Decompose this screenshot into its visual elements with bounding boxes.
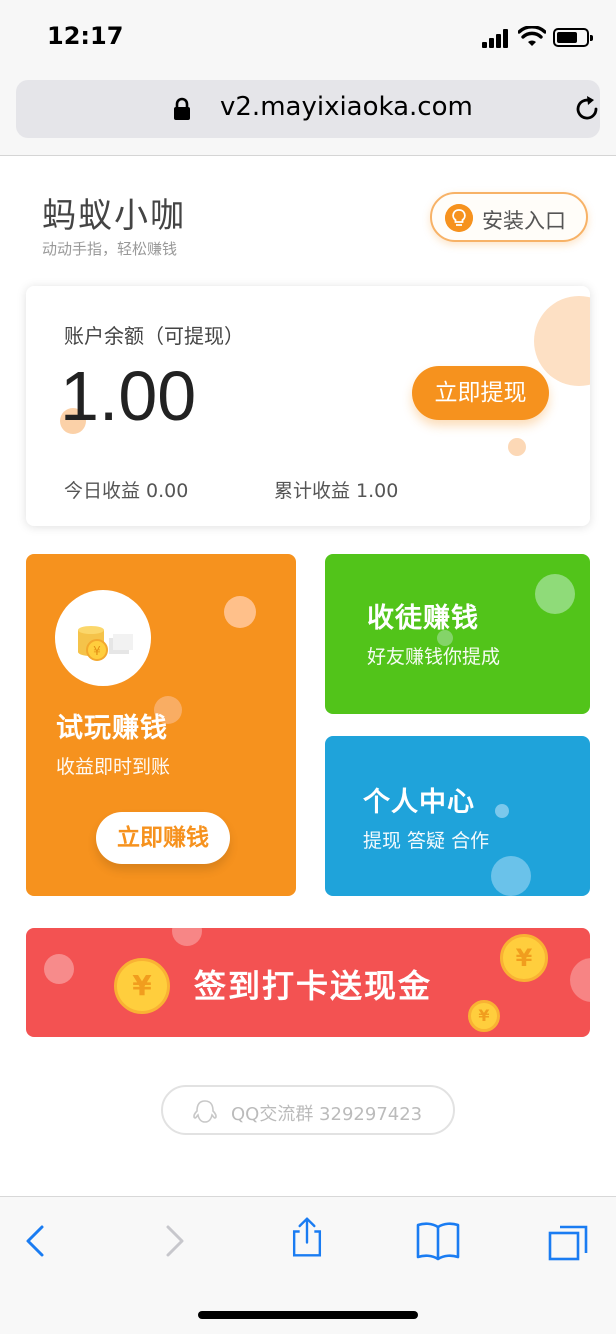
- today-earnings: 今日收益 0.00: [64, 480, 189, 502]
- profile-subtitle: 提现 答疑 合作: [363, 830, 490, 852]
- checkin-banner[interactable]: ¥ ¥ ¥ 签到打卡送现金: [26, 928, 590, 1037]
- checkin-label: 签到打卡送现金: [194, 967, 433, 1005]
- app-logo: 蚂蚁小咖: [42, 196, 186, 236]
- trial-subtitle: 收益即时到账: [56, 756, 171, 778]
- lock-icon: [174, 97, 190, 120]
- decor-dot: [491, 856, 531, 896]
- total-earnings: 累计收益 1.00: [274, 480, 399, 502]
- address-bar[interactable]: v2.mayixiaoka.com: [16, 80, 600, 138]
- profile-center-card[interactable]: 个人中心 提现 答疑 合作: [325, 736, 590, 896]
- tabs-icon[interactable]: [546, 1219, 590, 1263]
- yuan-coin-icon: ¥: [500, 934, 548, 982]
- url-text[interactable]: v2.mayixiaoka.com: [220, 92, 473, 122]
- balance-amount: 1.00: [60, 357, 197, 435]
- svg-text:¥: ¥: [93, 644, 101, 658]
- status-bar: 12:17: [0, 0, 616, 76]
- trial-title: 试玩赚钱: [56, 713, 168, 744]
- install-label: 安装入口: [482, 209, 566, 233]
- wifi-icon: [518, 26, 546, 46]
- decor-dot: [534, 296, 590, 386]
- forward-icon[interactable]: [152, 1219, 196, 1263]
- profile-title: 个人中心: [363, 787, 475, 818]
- signal-icon: [482, 28, 512, 48]
- balance-card: 账户余额（可提现） 1.00 立即提现 今日收益 0.00 累计收益 1.00: [26, 286, 590, 526]
- browser-toolbar: [0, 1196, 616, 1334]
- reload-icon[interactable]: [572, 94, 602, 124]
- decor-dot: [570, 958, 590, 1002]
- decor-dot: [535, 574, 575, 614]
- withdraw-button[interactable]: 立即提现: [412, 366, 549, 420]
- yuan-coin-icon: ¥: [114, 958, 170, 1014]
- qq-icon: [193, 1100, 217, 1123]
- decor-dot: [44, 954, 74, 984]
- coin-stack-icon: ¥: [55, 590, 151, 686]
- install-entry-button[interactable]: 安装入口: [430, 192, 588, 242]
- qq-group-label: QQ交流群 329297423: [231, 1104, 423, 1125]
- web-page: 蚂蚁小咖 动动手指，轻松赚钱 安装入口 账户余额（可提现） 1.00 立即提现 …: [0, 156, 616, 1196]
- bulb-icon: [445, 204, 473, 232]
- yuan-coin-icon: ¥: [468, 1000, 500, 1032]
- invite-subtitle: 好友赚钱你提成: [367, 646, 501, 668]
- battery-icon: [553, 28, 593, 47]
- share-icon[interactable]: [285, 1215, 329, 1259]
- trial-earn-card[interactable]: ¥ 试玩赚钱 收益即时到账 立即赚钱: [26, 554, 296, 896]
- slogan: 动动手指，轻松赚钱: [42, 240, 178, 258]
- status-time: 12:17: [47, 22, 124, 50]
- balance-title: 账户余额（可提现）: [64, 324, 244, 348]
- earn-now-button[interactable]: 立即赚钱: [96, 812, 230, 864]
- bookmarks-icon[interactable]: [414, 1219, 462, 1263]
- home-indicator[interactable]: [198, 1311, 418, 1319]
- qq-group-pill[interactable]: QQ交流群 329297423: [161, 1085, 455, 1135]
- decor-dot: [495, 804, 509, 818]
- back-icon[interactable]: [14, 1219, 58, 1263]
- invite-title: 收徒赚钱: [367, 603, 479, 634]
- decor-dot: [172, 928, 202, 946]
- invite-earn-card[interactable]: 收徒赚钱 好友赚钱你提成: [325, 554, 590, 714]
- decor-dot: [224, 596, 256, 628]
- decor-dot: [508, 438, 526, 456]
